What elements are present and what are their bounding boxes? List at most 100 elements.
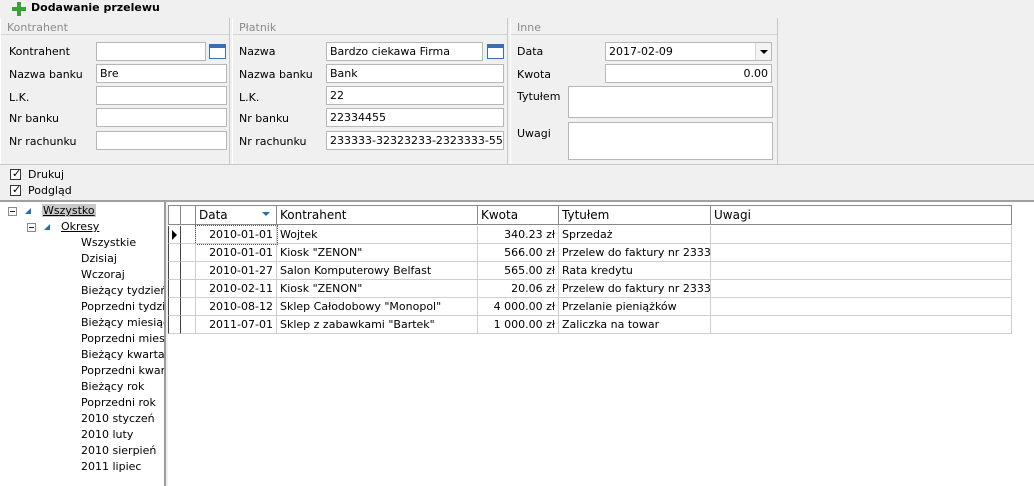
- platnik-nr-rachunku-label: Nr rachunku: [239, 135, 307, 148]
- cell-blank: [181, 262, 196, 280]
- tree-node-period[interactable]: 2011 lipiec: [81, 460, 141, 473]
- platnik-panel: Płatnik Nazwa Bardzo ciekawa Firma Nazwa…: [232, 18, 508, 164]
- platnik-panel-title: Płatnik: [239, 21, 277, 34]
- platnik-nazwa-label: Nazwa: [239, 45, 276, 58]
- cell-data[interactable]: 2010-01-01: [195, 225, 278, 245]
- kontrahent-field[interactable]: [96, 42, 206, 61]
- kwota-field[interactable]: 0.00: [605, 64, 772, 83]
- platnik-nr-banku-field[interactable]: 22334455: [326, 108, 504, 127]
- plus-icon[interactable]: [12, 2, 26, 16]
- cell-tytulem[interactable]: Przelew do faktury nr 2333/02: [559, 280, 711, 298]
- cell-uwagi[interactable]: [711, 298, 1012, 316]
- tree-node-period[interactable]: Poprzedni rok: [81, 396, 156, 409]
- tree-node-period[interactable]: Poprzedni kwartał: [81, 364, 164, 377]
- tree-node-period[interactable]: 2010 styczeń: [81, 412, 155, 425]
- cell-kontrahent[interactable]: Wojtek: [277, 226, 478, 244]
- expanded-node-icon: [25, 208, 31, 214]
- cell-tytulem[interactable]: Sprzedaż: [559, 226, 711, 244]
- cell-tytulem[interactable]: Zaliczka na towar: [559, 316, 711, 334]
- tree-node-period[interactable]: Bieżący miesiąc: [81, 316, 164, 329]
- platnik-lk-field[interactable]: 22: [326, 86, 504, 105]
- drukuj-checkbox[interactable]: ✓: [10, 168, 21, 180]
- kontrahent-bank-field[interactable]: Bre: [96, 64, 227, 83]
- kontrahent-picker-icon[interactable]: [208, 42, 227, 61]
- cell-uwagi[interactable]: [711, 226, 1012, 244]
- cell-kwota[interactable]: 4 000.00 zł: [478, 298, 559, 316]
- tree-node-period[interactable]: Bieżący tydzień: [81, 284, 164, 297]
- row-selector[interactable]: [168, 298, 181, 316]
- collapse-icon[interactable]: [8, 207, 17, 216]
- add-transfer-button[interactable]: Dodawanie przelewu: [31, 1, 160, 14]
- tree-node-period[interactable]: Wszystkie: [81, 236, 136, 249]
- cell-data[interactable]: 2010-01-27: [196, 262, 277, 280]
- column-header-kontrahent[interactable]: Kontrahent: [277, 205, 478, 225]
- cell-data[interactable]: 2010-02-11: [196, 280, 277, 298]
- inne-panel-title: Inne: [517, 21, 541, 34]
- cell-kwota[interactable]: 1 000.00 zł: [478, 316, 559, 334]
- uwagi-textarea[interactable]: [568, 122, 773, 160]
- platnik-nr-banku-label: Nr banku: [239, 112, 289, 125]
- column-header-uwagi[interactable]: Uwagi: [711, 205, 1012, 225]
- kontrahent-nr-banku-field[interactable]: [96, 108, 227, 127]
- column-header-kwota[interactable]: Kwota: [478, 205, 559, 225]
- cell-uwagi[interactable]: [711, 262, 1012, 280]
- platnik-bank-field[interactable]: Bank: [326, 64, 504, 83]
- cell-kontrahent[interactable]: Sklep z zabawkami "Bartek": [277, 316, 478, 334]
- column-header-tytulem[interactable]: Tytułem: [559, 205, 711, 225]
- podglad-checkbox[interactable]: ✓: [10, 184, 21, 196]
- kontrahent-nr-rachunku-field[interactable]: [96, 131, 227, 150]
- cell-kwota[interactable]: 566.00 zł: [478, 244, 559, 262]
- tytulem-textarea[interactable]: [568, 86, 773, 118]
- cell-kontrahent[interactable]: Kiosk "ZENON": [277, 280, 478, 298]
- platnik-nazwa-field[interactable]: Bardzo ciekawa Firma: [326, 42, 483, 61]
- column-header-data[interactable]: Data: [196, 205, 277, 225]
- cell-kwota[interactable]: 565.00 zł: [478, 262, 559, 280]
- platnik-nr-rachunku-field[interactable]: 233333-32323233-2323333-55: [326, 131, 504, 150]
- collapse-icon[interactable]: [27, 223, 36, 232]
- row-selector[interactable]: [168, 316, 181, 334]
- cell-uwagi[interactable]: [711, 316, 1012, 334]
- cell-kontrahent[interactable]: Sklep Całodobowy "Monopol": [277, 298, 478, 316]
- cell-kontrahent[interactable]: Salon Komputerowy Belfast: [277, 262, 478, 280]
- transfers-grid: Data Kontrahent Kwota Tytułem Uwagi 2010…: [168, 202, 1034, 486]
- cell-tytulem[interactable]: Rata kredytu: [559, 262, 711, 280]
- tree-node-period[interactable]: Dzisiaj: [81, 252, 117, 265]
- data-combo[interactable]: 2017-02-09: [605, 42, 772, 61]
- cell-tytulem[interactable]: Przelew do faktury nr 2333/00: [559, 244, 711, 262]
- tree-node-period[interactable]: Wczoraj: [81, 268, 125, 281]
- cell-tytulem[interactable]: Przelanie pieniążków: [559, 298, 711, 316]
- row-selector[interactable]: [168, 262, 181, 280]
- tree-node-root[interactable]: Wszystko: [42, 204, 96, 217]
- kontrahent-lk-field[interactable]: [96, 86, 227, 105]
- cell-uwagi[interactable]: [711, 280, 1012, 298]
- chevron-down-icon[interactable]: [755, 43, 771, 60]
- expanded-node-icon: [44, 224, 50, 230]
- cell-kontrahent[interactable]: Kiosk "ZENON": [277, 244, 478, 262]
- row-selector[interactable]: [168, 244, 181, 262]
- platnik-bank-label: Nazwa banku: [239, 68, 313, 81]
- row-selector[interactable]: [168, 280, 181, 298]
- kontrahent-bank-label: Nazwa banku: [9, 68, 83, 81]
- tree-node-period[interactable]: 2010 sierpień: [81, 444, 156, 457]
- platnik-picker-icon[interactable]: [486, 42, 505, 61]
- period-tree: Wszystko Okresy Wszystkie Dzisiaj Wczoraj B…: [0, 202, 166, 486]
- tree-node-period[interactable]: 2010 luty: [81, 428, 133, 441]
- cell-data[interactable]: 2010-08-12: [196, 298, 277, 316]
- cell-data[interactable]: 2011-07-01: [196, 316, 277, 334]
- data-label: Data: [517, 45, 544, 58]
- cell-kwota[interactable]: 20.06 zł: [478, 280, 559, 298]
- tree-node-period[interactable]: Poprzedni tydzień: [81, 300, 164, 313]
- cell-data[interactable]: 2010-01-01: [196, 244, 277, 262]
- cell-uwagi[interactable]: [711, 244, 1012, 262]
- uwagi-label: Uwagi: [517, 127, 551, 140]
- tree-node-period[interactable]: Bieżący rok: [81, 380, 144, 393]
- data-combo-value: 2017-02-09: [609, 45, 673, 58]
- cell-kwota[interactable]: 340.23 zł: [478, 226, 559, 244]
- tytulem-label: Tytułem: [517, 90, 561, 103]
- row-selector[interactable]: [168, 226, 181, 244]
- kontrahent-nr-banku-label: Nr banku: [9, 112, 59, 125]
- tree-node-period[interactable]: Poprzedni miesiąc: [81, 332, 164, 345]
- tree-node-okresy[interactable]: Okresy: [61, 220, 99, 233]
- cell-blank: [181, 226, 196, 244]
- tree-node-period[interactable]: Bieżący kwartał: [81, 348, 164, 361]
